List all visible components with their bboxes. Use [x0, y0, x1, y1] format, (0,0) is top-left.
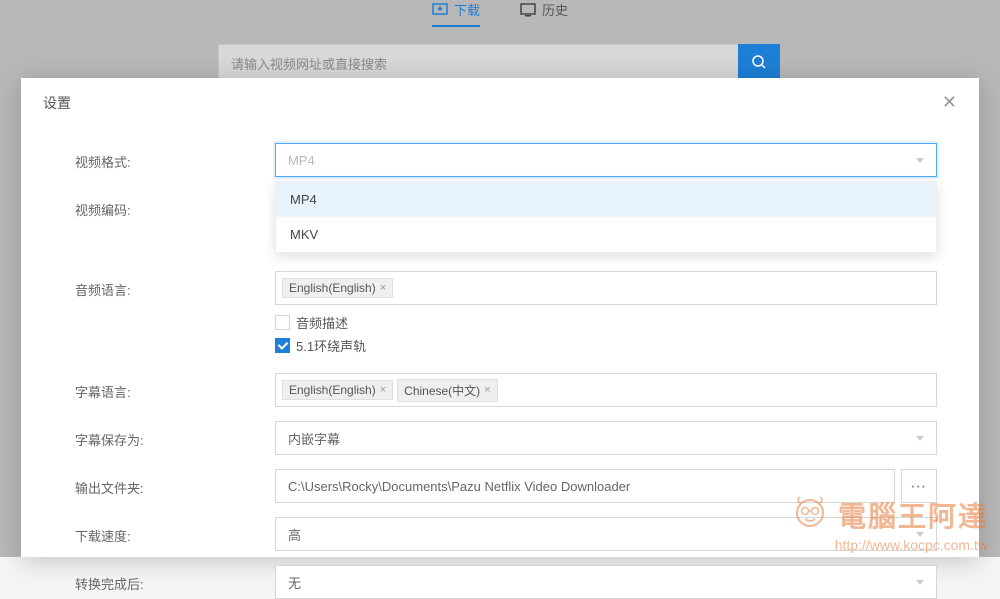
row-download-speed: 下载速度: 高 [75, 517, 937, 551]
label-subtitle-save-as: 字幕保存为: [75, 421, 275, 449]
subtitle-tag-english: English(English) × [282, 380, 393, 400]
history-icon [520, 3, 536, 17]
video-format-dropdown: MP4 MKV [275, 181, 937, 253]
background-search-input[interactable]: 请输入视频网址或直接搜索 [218, 44, 778, 82]
label-after-convert: 转换完成后: [75, 565, 275, 593]
row-audio-language: 音频语言: English(English) × 音频描述 5.1环绕声轨 [75, 271, 937, 359]
settings-form: 视频格式: MP4 MP4 MKV 视频编码: 音频语言: [21, 125, 979, 599]
field-subtitle-save-as: 内嵌字幕 [275, 421, 937, 455]
download-speed-select[interactable]: 高 [275, 517, 937, 551]
search-icon [751, 54, 767, 73]
dropdown-option-mkv[interactable]: MKV [276, 217, 936, 252]
chevron-down-icon [916, 580, 924, 585]
tag-remove-icon[interactable]: × [380, 282, 386, 294]
row-after-convert: 转换完成后: 无 [75, 565, 937, 599]
checkbox-audio-description[interactable]: 音频描述 [275, 313, 937, 332]
video-format-value: MP4 [288, 153, 315, 168]
checkbox-label: 5.1环绕声轨 [296, 336, 366, 355]
tab-history-label: 历史 [542, 0, 568, 19]
tag-label: English(English) [289, 383, 376, 397]
tab-download-label: 下载 [454, 0, 480, 19]
browse-button[interactable]: ··· [901, 469, 937, 503]
field-after-convert: 无 [275, 565, 937, 599]
output-folder-value: C:\Users\Rocky\Documents\Pazu Netflix Vi… [288, 479, 630, 494]
background-search-button[interactable] [738, 44, 780, 82]
close-button[interactable]: ✕ [942, 92, 957, 113]
modal-header: 设置 ✕ [21, 78, 979, 125]
settings-modal: 设置 ✕ 视频格式: MP4 MP4 MKV 视频编码: [21, 78, 979, 557]
checkbox-icon [275, 338, 290, 353]
dropdown-option-mp4[interactable]: MP4 [276, 182, 936, 217]
video-format-select[interactable]: MP4 [275, 143, 937, 177]
label-video-format: 视频格式: [75, 143, 275, 171]
label-subtitle-language: 字幕语言: [75, 373, 275, 401]
chevron-down-icon [916, 436, 924, 441]
label-output-folder: 输出文件夹: [75, 469, 275, 497]
background-tabs: 下载 历史 [0, 0, 1000, 18]
row-video-format: 视频格式: MP4 MP4 MKV [75, 143, 937, 177]
audio-language-input[interactable]: English(English) × [275, 271, 937, 305]
chevron-down-icon [916, 532, 924, 537]
download-icon [432, 3, 448, 17]
audio-options: 音频描述 5.1环绕声轨 [275, 313, 937, 355]
row-subtitle-save-as: 字幕保存为: 内嵌字幕 [75, 421, 937, 455]
tag-remove-icon[interactable]: × [484, 384, 490, 396]
tab-download[interactable]: 下载 [432, 0, 480, 27]
checkbox-icon [275, 315, 290, 330]
download-speed-value: 高 [288, 525, 301, 544]
field-video-format: MP4 MP4 MKV [275, 143, 937, 177]
row-subtitle-language: 字幕语言: English(English) × Chinese(中文) × [75, 373, 937, 407]
audio-tag-english: English(English) × [282, 278, 393, 298]
field-audio-language: English(English) × 音频描述 5.1环绕声轨 [275, 271, 937, 359]
field-subtitle-language: English(English) × Chinese(中文) × [275, 373, 937, 407]
subtitle-save-as-select[interactable]: 内嵌字幕 [275, 421, 937, 455]
output-folder-input[interactable]: C:\Users\Rocky\Documents\Pazu Netflix Vi… [275, 469, 895, 503]
label-download-speed: 下载速度: [75, 517, 275, 545]
label-video-codec: 视频编码: [75, 191, 275, 219]
tag-remove-icon[interactable]: × [380, 384, 386, 396]
search-placeholder: 请输入视频网址或直接搜索 [231, 54, 387, 73]
chevron-down-icon [916, 158, 924, 163]
subtitle-tag-chinese: Chinese(中文) × [397, 379, 497, 402]
checkbox-surround-51[interactable]: 5.1环绕声轨 [275, 336, 937, 355]
tag-label: Chinese(中文) [404, 382, 480, 399]
close-icon: ✕ [942, 92, 957, 112]
tag-label: English(English) [289, 281, 376, 295]
after-convert-value: 无 [288, 573, 301, 592]
row-output-folder: 输出文件夹: C:\Users\Rocky\Documents\Pazu Net… [75, 469, 937, 503]
field-download-speed: 高 [275, 517, 937, 551]
after-convert-select[interactable]: 无 [275, 565, 937, 599]
label-audio-language: 音频语言: [75, 271, 275, 299]
field-output-folder: C:\Users\Rocky\Documents\Pazu Netflix Vi… [275, 469, 937, 503]
subtitle-language-input[interactable]: English(English) × Chinese(中文) × [275, 373, 937, 407]
subtitle-save-as-value: 内嵌字幕 [288, 429, 340, 448]
tab-history[interactable]: 历史 [520, 0, 568, 25]
modal-title: 设置 [43, 93, 71, 113]
checkbox-label: 音频描述 [296, 313, 348, 332]
